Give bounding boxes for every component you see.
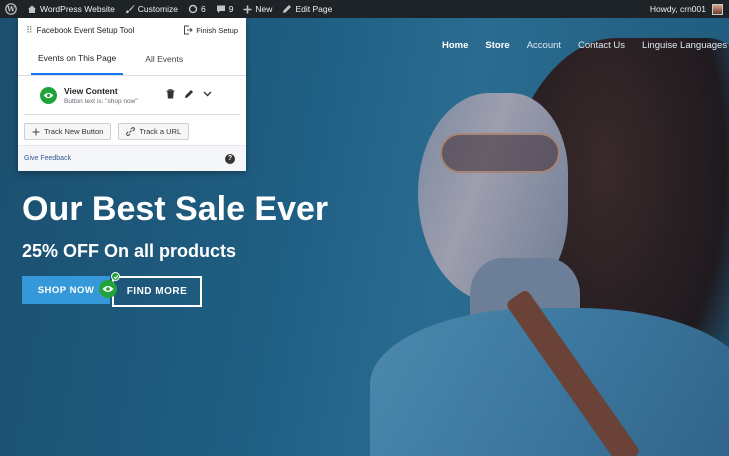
edit-page-link[interactable]: Edit Page: [277, 0, 337, 18]
new-content-menu[interactable]: New: [238, 0, 277, 18]
event-subtitle: Button text is: "shop now": [64, 97, 138, 105]
nav-item-contact-us[interactable]: Contact Us: [578, 40, 625, 51]
give-feedback-link[interactable]: Give Feedback: [24, 155, 71, 162]
tab-all-events[interactable]: All Events: [138, 42, 190, 75]
help-icon[interactable]: ?: [225, 153, 235, 164]
drag-handle-icon[interactable]: ⠿: [26, 25, 33, 36]
wordpress-logo-icon[interactable]: W: [0, 0, 22, 18]
chevron-down-icon[interactable]: [203, 91, 212, 97]
panel-title: Facebook Event Setup Tool: [36, 25, 135, 35]
facebook-event-setup-panel: ⠿ Facebook Event Setup Tool Finish Setup…: [18, 18, 246, 171]
brush-icon: [125, 5, 135, 14]
tracked-event-eye-icon[interactable]: [99, 280, 117, 298]
track-url-label: Track a URL: [139, 127, 182, 136]
pencil-icon: [283, 5, 292, 13]
site-name-label: WordPress Website: [40, 4, 115, 14]
nav-item-linguise-languages[interactable]: Linguise Languages: [642, 40, 727, 51]
comments-link[interactable]: 9: [211, 0, 239, 18]
track-url-button[interactable]: Track a URL: [118, 123, 190, 140]
nav-item-account[interactable]: Account: [527, 40, 561, 51]
main-navigation: Home Store Account Contact Us Linguise L…: [442, 40, 727, 51]
tab-events-on-this-page[interactable]: Events on This Page: [31, 42, 124, 75]
edit-page-label: Edit Page: [295, 4, 333, 14]
updates-count: 6: [200, 4, 206, 14]
exit-icon: [184, 25, 194, 35]
panel-header: ⠿ Facebook Event Setup Tool Finish Setup: [18, 18, 246, 42]
updates-icon: [188, 4, 198, 14]
wp-admin-bar: W WordPress Website Customize 6 9 New Ed…: [0, 0, 729, 18]
eye-icon: [40, 86, 57, 104]
updates-link[interactable]: 6: [183, 0, 211, 18]
my-account-menu[interactable]: Howdy, crn001: [645, 0, 729, 18]
event-actions: [166, 89, 212, 99]
comments-count: 9: [228, 4, 234, 14]
find-more-button[interactable]: FIND MORE: [112, 276, 202, 307]
finish-setup-button[interactable]: Finish Setup: [183, 25, 238, 35]
event-row-view-content[interactable]: View Content Button text is: "shop now": [18, 76, 246, 114]
svg-text:W: W: [6, 5, 15, 14]
nav-item-home[interactable]: Home: [442, 40, 468, 51]
avatar: [712, 3, 723, 15]
home-icon: [28, 5, 36, 13]
comment-icon: [216, 5, 225, 13]
hero-image-sunglasses: [440, 133, 560, 173]
new-label: New: [255, 4, 273, 14]
hero-subheadline: 25% OFF On all products: [22, 241, 237, 261]
howdy-label: Howdy, crn001: [649, 4, 706, 14]
pencil-icon[interactable]: [184, 89, 194, 99]
nav-item-store[interactable]: Store: [485, 40, 509, 51]
trash-icon[interactable]: [166, 89, 175, 99]
plus-icon: [243, 5, 252, 13]
customize-link[interactable]: Customize: [120, 0, 183, 18]
panel-tabs: Events on This Page All Events: [18, 42, 246, 76]
track-new-button-button[interactable]: Track New Button: [24, 123, 112, 140]
shop-now-button[interactable]: SHOP NOW: [22, 276, 110, 304]
hero-headline: Our Best Sale Ever: [22, 190, 329, 228]
customize-label: Customize: [137, 4, 178, 14]
plus-icon: [32, 128, 40, 135]
check-icon: [111, 272, 120, 281]
finish-setup-label: Finish Setup: [196, 25, 238, 35]
panel-footer: Give Feedback ?: [18, 145, 246, 171]
event-name: View Content: [64, 85, 118, 96]
track-new-button-label: Track New Button: [44, 127, 104, 136]
site-name-menu[interactable]: WordPress Website: [22, 0, 120, 18]
link-icon: [126, 127, 136, 136]
